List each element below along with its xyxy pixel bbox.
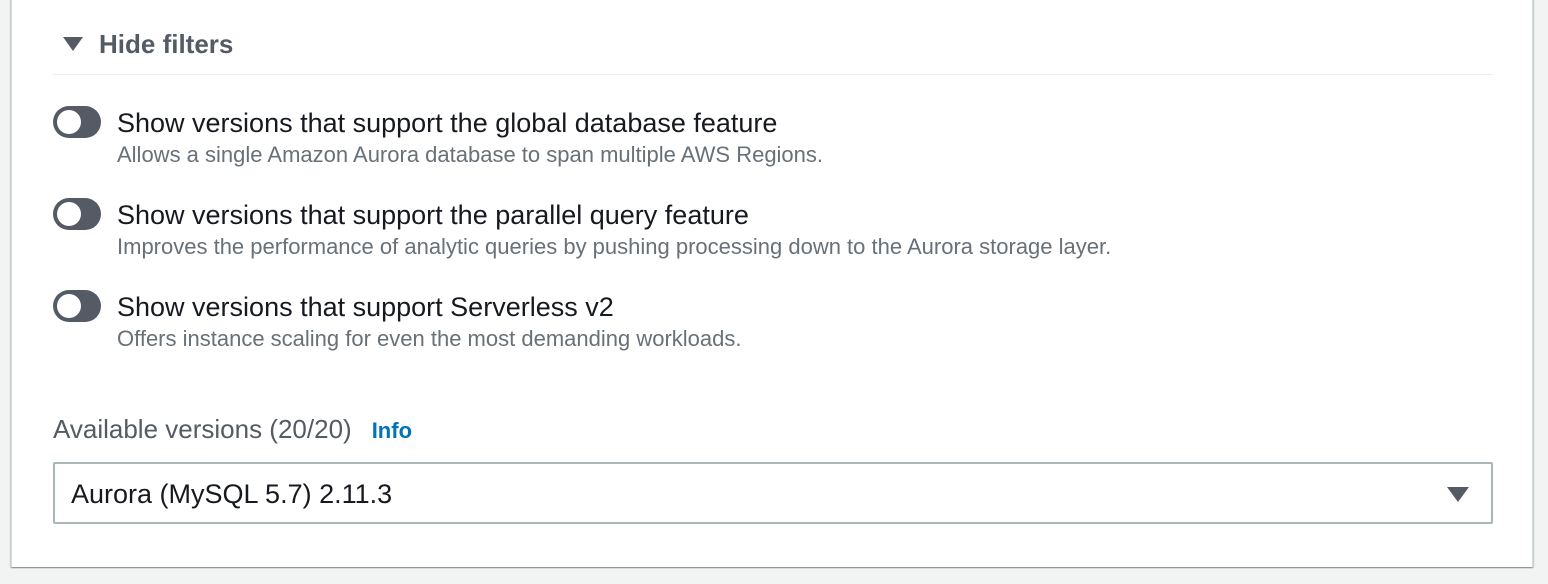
hide-filters-label: Hide filters — [99, 29, 234, 59]
toggle-knob — [57, 202, 81, 226]
serverless-v2-label: Show versions that support Serverless v2 — [117, 292, 614, 322]
serverless-v2-description: Offers instance scaling for even the mos… — [117, 326, 742, 351]
toggle-knob — [57, 294, 81, 318]
version-select[interactable]: Aurora (MySQL 5.7) 2.11.3 — [53, 462, 1493, 524]
available-versions-header: Available versions (20/20) Info — [53, 412, 412, 446]
parallel-query-description: Improves the performance of analytic que… — [117, 234, 1112, 259]
filter-global-database: Show versions that support the global da… — [53, 106, 823, 168]
global-database-toggle[interactable] — [53, 106, 101, 138]
available-versions-label: Available versions (20/20) — [53, 414, 352, 444]
filter-parallel-query: Show versions that support the parallel … — [53, 198, 1111, 260]
caret-down-icon — [63, 37, 83, 51]
global-database-description: Allows a single Amazon Aurora database t… — [117, 142, 824, 167]
engine-version-panel: Hide filters Show versions that support … — [11, 0, 1533, 567]
divider — [53, 74, 1493, 75]
parallel-query-toggle[interactable] — [53, 198, 101, 230]
global-database-label: Show versions that support the global da… — [117, 108, 778, 138]
parallel-query-label: Show versions that support the parallel … — [117, 200, 749, 230]
caret-down-icon — [1447, 487, 1469, 502]
toggle-knob — [57, 110, 81, 134]
selected-version: Aurora (MySQL 5.7) 2.11.3 — [71, 479, 393, 509]
hide-filters-toggle[interactable]: Hide filters — [61, 28, 233, 60]
info-link[interactable]: Info — [372, 418, 412, 444]
filter-serverless-v2: Show versions that support Serverless v2… — [53, 290, 741, 352]
serverless-v2-toggle[interactable] — [53, 290, 101, 322]
